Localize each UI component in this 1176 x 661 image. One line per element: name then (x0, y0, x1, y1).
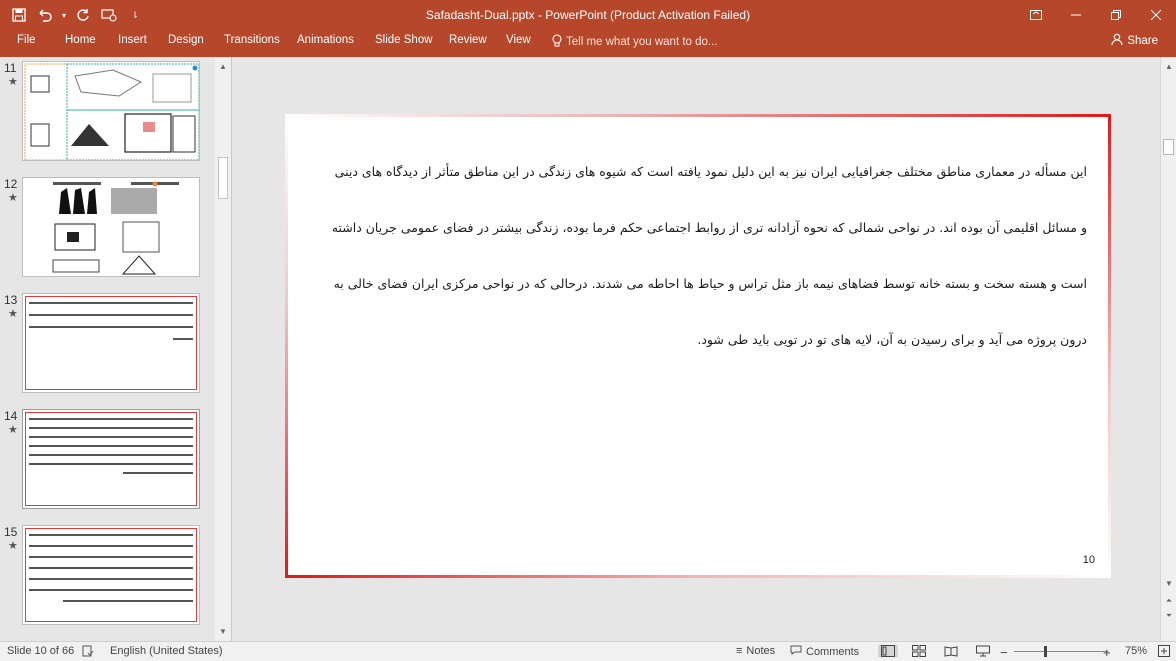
text-line: است و هسته سخت و بسته خانه توسط فضاهای ن… (333, 276, 1087, 291)
slide-show-icon[interactable] (976, 645, 990, 657)
animation-star-icon: ★ (8, 192, 18, 204)
tab-review[interactable]: Review (449, 34, 487, 46)
reading-view-icon[interactable] (944, 645, 958, 657)
comments-label: Comments (806, 645, 860, 658)
slide-thumbnail[interactable] (22, 293, 200, 393)
slide-text-body[interactable]: این مسأله در معماری مناطق مختلف جغرافیای… (309, 144, 1087, 368)
tab-view[interactable]: View (506, 34, 531, 46)
notes-button[interactable]: ≡ Notes (736, 645, 775, 657)
animation-star-icon: ★ (8, 308, 18, 320)
fit-slide-icon[interactable] (1158, 645, 1170, 657)
person-icon (1111, 33, 1123, 48)
tab-slide-show[interactable]: Slide Show (375, 34, 433, 46)
share-button[interactable]: Share (1111, 33, 1158, 48)
thumbnail-number: 14 (4, 409, 18, 423)
tab-home[interactable]: Home (65, 34, 96, 46)
restore-icon[interactable] (1096, 0, 1136, 30)
scroll-up-icon[interactable]: ▲ (217, 60, 229, 72)
window-title: Safadasht-Dual.pptx - PowerPoint (Produc… (425, 8, 751, 22)
tab-transitions[interactable]: Transitions (224, 34, 280, 46)
spell-check-icon[interactable] (82, 645, 94, 657)
slide-editor[interactable]: این مسأله در معماری مناطق مختلف جغرافیای… (233, 57, 1160, 641)
zoom-level[interactable]: 75% (1125, 645, 1147, 657)
editor-scrollbar[interactable]: ▲ ▼ ⏶ ⏷ (1160, 57, 1176, 641)
thumbnail-number: 13 (4, 293, 18, 307)
thumbnail-scroll-thumb[interactable] (218, 157, 228, 199)
editor-scroll-thumb[interactable] (1163, 139, 1174, 155)
slide-counter: Slide 10 of 66 (7, 645, 75, 657)
normal-view-icon[interactable] (878, 645, 898, 657)
tell-me-placeholder: Tell me what you want to do... (566, 36, 718, 48)
zoom-slider[interactable] (1014, 651, 1108, 652)
scroll-down-icon[interactable]: ▼ (1163, 577, 1175, 589)
status-bar: Slide 10 of 66 English (United States) ≡… (0, 641, 1176, 661)
zoom-in-icon[interactable]: + (1103, 645, 1111, 660)
thumbnail-number: 11 (4, 61, 17, 75)
thumbnail-number: 12 (4, 177, 18, 191)
ribbon-display-options-icon[interactable] (1016, 0, 1056, 30)
text-line: این مسأله در معماری مناطق مختلف جغرافیای… (334, 164, 1087, 179)
share-label: Share (1127, 34, 1158, 47)
next-slide-icon[interactable]: ⏷ (1163, 610, 1175, 622)
text-line: و مسائل اقلیمی آن بوده اند. در نواحی شما… (331, 220, 1087, 235)
lightbulb-icon (552, 34, 562, 50)
slide-thumbnail[interactable] (22, 61, 200, 161)
current-slide[interactable]: این مسأله در معماری مناطق مختلف جغرافیای… (285, 114, 1111, 578)
tab-animations[interactable]: Animations (297, 34, 354, 46)
thumbnail-number: 15 (4, 525, 18, 539)
title-bar: ▾ ⇂ Safadasht-Dual.pptx - PowerPoint (Pr… (0, 0, 1176, 30)
scroll-up-icon[interactable]: ▲ (1163, 60, 1175, 72)
comment-icon (790, 645, 802, 658)
slide-thumbnail[interactable] (22, 177, 200, 277)
window-controls (1016, 0, 1176, 30)
language-indicator[interactable]: English (United States) (110, 645, 223, 657)
close-icon[interactable] (1136, 0, 1176, 30)
slide-thumbnail[interactable] (22, 409, 200, 509)
thumbnail-scrollbar[interactable]: ▲ ▼ (215, 57, 231, 641)
zoom-slider-thumb[interactable] (1044, 646, 1047, 657)
tab-file[interactable]: File (17, 34, 36, 46)
previous-slide-icon[interactable]: ⏶ (1163, 595, 1175, 607)
notes-label: Notes (746, 645, 776, 657)
text-line: درون پروژه می آید و برای رسیدن به آن، لا… (697, 332, 1087, 347)
tab-insert[interactable]: Insert (118, 34, 147, 46)
tell-me-box[interactable]: Tell me what you want to do... (552, 34, 718, 50)
slide-thumbnail[interactable] (22, 525, 200, 625)
animation-star-icon: ★ (8, 424, 18, 436)
comments-button[interactable]: Comments (790, 645, 859, 658)
tab-design[interactable]: Design (168, 34, 204, 46)
animation-star-icon: ★ (8, 540, 18, 552)
slide-thumbnail-pane[interactable]: 11 ★ 12 ★ 13 ★ 14 ★ 15 ★ ▲ ▼ (0, 57, 232, 641)
notes-icon: ≡ (736, 645, 743, 657)
slide-page-number: 10 (1082, 554, 1095, 566)
animation-star-icon: ★ (8, 76, 18, 88)
zoom-out-icon[interactable]: − (1000, 645, 1008, 660)
slide-sorter-icon[interactable] (912, 645, 926, 657)
ribbon-tab-bar: File Home Insert Design Transitions Anim… (0, 30, 1176, 57)
minimize-icon[interactable] (1056, 0, 1096, 30)
scroll-down-icon[interactable]: ▼ (217, 625, 229, 637)
